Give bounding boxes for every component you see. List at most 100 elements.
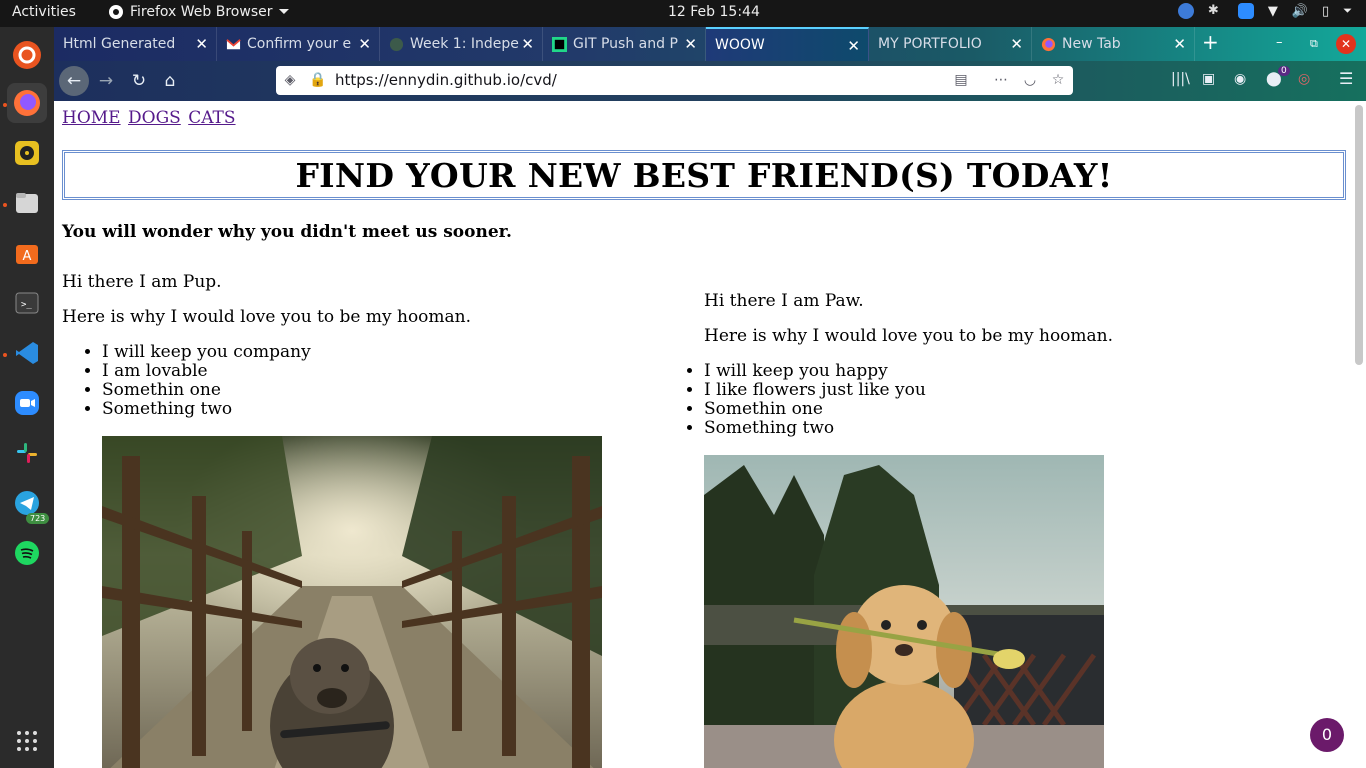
- forward-button[interactable]: →: [91, 66, 121, 96]
- nav-link-dogs[interactable]: DOGS: [128, 108, 181, 128]
- gmail-icon: [226, 38, 241, 49]
- site-nav: HOME DOGS CATS: [62, 108, 238, 128]
- home-button[interactable]: ⌂: [155, 66, 185, 96]
- volume-icon[interactable]: 🔊: [1292, 4, 1308, 19]
- tab-week1[interactable]: Week 1: Indepe ✕: [380, 27, 543, 61]
- close-icon[interactable]: ✕: [1010, 35, 1023, 53]
- page-actions-icon[interactable]: ⋯: [993, 72, 1009, 88]
- hamburger-menu-icon[interactable]: ☰: [1339, 69, 1353, 88]
- reload-button[interactable]: ↻: [124, 66, 154, 96]
- tab-html-generated[interactable]: Html Generated ✕: [54, 27, 217, 61]
- list-item: Something two: [704, 419, 1264, 438]
- chevron-down-icon[interactable]: ⏷: [1343, 4, 1352, 18]
- software-center-icon[interactable]: A: [7, 233, 47, 273]
- pet-traits-list: I will keep you happy I like flowers jus…: [704, 362, 1264, 438]
- pocket-icon[interactable]: ◡: [1022, 72, 1038, 88]
- blocker-extension-icon[interactable]: ◎: [1298, 71, 1310, 87]
- app-menu[interactable]: Firefox Web Browser ⏷: [108, 4, 290, 20]
- url-bar[interactable]: ◈ 🔒 https://ennydin.github.io/cvd/ ▤ ⋯ ◡…: [276, 66, 1073, 95]
- pet-reason: Here is why I would love you to be my ho…: [704, 326, 1114, 346]
- headline-box: FIND YOUR NEW BEST FRIEND(S) TODAY!: [62, 150, 1346, 200]
- url-text[interactable]: https://ennydin.github.io/cvd/: [335, 71, 557, 89]
- show-applications-icon[interactable]: [7, 721, 47, 761]
- firefox-icon: [1041, 37, 1056, 51]
- list-item: Somethin one: [102, 381, 622, 400]
- chevron-down-icon: ⏷: [278, 4, 290, 20]
- nav-link-cats[interactable]: CATS: [188, 108, 235, 128]
- tab-my-portfolio[interactable]: MY PORTFOLIO ✕: [869, 27, 1032, 61]
- tab-new-tab[interactable]: New Tab ✕: [1032, 27, 1195, 61]
- system-tray[interactable]: ✱ ▼ 🔊 ▯ ⏷: [1177, 3, 1352, 19]
- reader-view-icon[interactable]: ▤: [953, 72, 969, 88]
- firefox-icon: [109, 5, 123, 19]
- close-icon[interactable]: ✕: [358, 35, 371, 53]
- update-icon[interactable]: [1177, 3, 1194, 19]
- firefox-window: Html Generated ✕ Confirm your e ✕ Week 1…: [54, 27, 1366, 768]
- zoom-tray-icon[interactable]: [1237, 3, 1254, 19]
- lock-icon[interactable]: 🔒: [309, 72, 326, 88]
- rhythmbox-icon[interactable]: [7, 133, 47, 173]
- tab-label: WOOW: [715, 37, 765, 53]
- pet-traits-list: I will keep you company I am lovable Som…: [102, 343, 622, 419]
- back-button[interactable]: ←: [59, 66, 89, 96]
- pet-greeting: Hi there I am Paw.: [704, 291, 864, 311]
- minimize-button[interactable]: –: [1276, 35, 1283, 50]
- list-item: Somethin one: [704, 400, 1264, 419]
- slack-tray-icon[interactable]: ✱: [1208, 3, 1224, 19]
- terminal-icon[interactable]: >_: [7, 283, 47, 323]
- pet-card-paw: Hi there I am Paw. Here is why I would l…: [704, 292, 1264, 438]
- ubuntu-apps-icon[interactable]: [7, 35, 47, 75]
- extension-badge: 0: [1278, 66, 1290, 76]
- close-icon[interactable]: ✕: [195, 35, 208, 53]
- vscode-icon[interactable]: [7, 333, 47, 373]
- maximize-button[interactable]: ⧉: [1310, 37, 1318, 51]
- account-icon[interactable]: ◉: [1234, 71, 1246, 87]
- tracking-shield-icon[interactable]: ◈: [282, 72, 298, 88]
- tab-strip: Html Generated ✕ Confirm your e ✕ Week 1…: [54, 27, 1366, 61]
- slack-icon[interactable]: [7, 433, 47, 473]
- chat-widget-button[interactable]: 0: [1310, 718, 1344, 752]
- close-icon[interactable]: ✕: [847, 37, 860, 55]
- sidebar-icon[interactable]: ▣: [1202, 71, 1215, 87]
- clock[interactable]: 12 Feb 15:44: [668, 4, 760, 20]
- spotify-icon[interactable]: [7, 533, 47, 573]
- activities-button[interactable]: Activities: [12, 4, 76, 20]
- list-item: I will keep you company: [102, 343, 622, 362]
- page-title: FIND YOUR NEW BEST FRIEND(S) TODAY!: [295, 155, 1113, 195]
- battery-icon[interactable]: ▯: [1322, 4, 1329, 19]
- puppy-with-tulip-photo: [704, 455, 1104, 768]
- pet-card-pup: Hi there I am Pup. Here is why I would l…: [62, 273, 622, 419]
- list-item: I am lovable: [102, 362, 622, 381]
- web-page: HOME DOGS CATS FIND YOUR NEW BEST FRIEND…: [54, 101, 1366, 768]
- close-icon[interactable]: ✕: [684, 35, 697, 53]
- firefox-dock-icon[interactable]: [7, 83, 47, 123]
- window-close-button[interactable]: ✕: [1336, 34, 1356, 54]
- close-icon[interactable]: ✕: [521, 35, 534, 53]
- zoom-icon[interactable]: [7, 383, 47, 423]
- tab-label: MY PORTFOLIO: [878, 36, 982, 52]
- telegram-unread-badge: 723: [26, 513, 50, 524]
- close-icon[interactable]: ✕: [1173, 35, 1186, 53]
- list-item: Something two: [102, 400, 622, 419]
- running-indicator: [3, 103, 7, 107]
- tab-gmail[interactable]: Confirm your e ✕: [217, 27, 380, 61]
- new-tab-button[interactable]: +: [1202, 30, 1219, 54]
- nav-link-home[interactable]: HOME: [62, 108, 121, 128]
- list-item: I like flowers just like you: [704, 381, 1264, 400]
- page-subtitle: You will wonder why you didn't meet us s…: [62, 222, 512, 242]
- running-indicator: [3, 203, 7, 207]
- tab-woow-active[interactable]: WOOW ✕: [706, 27, 869, 61]
- app-menu-label: Firefox Web Browser: [130, 4, 273, 20]
- page-scrollbar[interactable]: [1355, 105, 1363, 365]
- bookmark-star-icon[interactable]: ☆: [1050, 72, 1066, 88]
- pet-reason: Here is why I would love you to be my ho…: [62, 307, 472, 327]
- tab-git-push[interactable]: GIT Push and P ✕: [543, 27, 706, 61]
- library-icon[interactable]: |||\: [1171, 71, 1190, 87]
- dog-on-bridge-photo: [102, 436, 602, 768]
- wifi-icon[interactable]: ▼: [1268, 4, 1278, 19]
- pycharm-icon: [552, 36, 567, 52]
- files-icon[interactable]: [7, 183, 47, 223]
- svg-text:>_: >_: [21, 300, 32, 310]
- tab-label: Html Generated: [63, 36, 176, 52]
- pet-greeting: Hi there I am Pup.: [62, 272, 222, 292]
